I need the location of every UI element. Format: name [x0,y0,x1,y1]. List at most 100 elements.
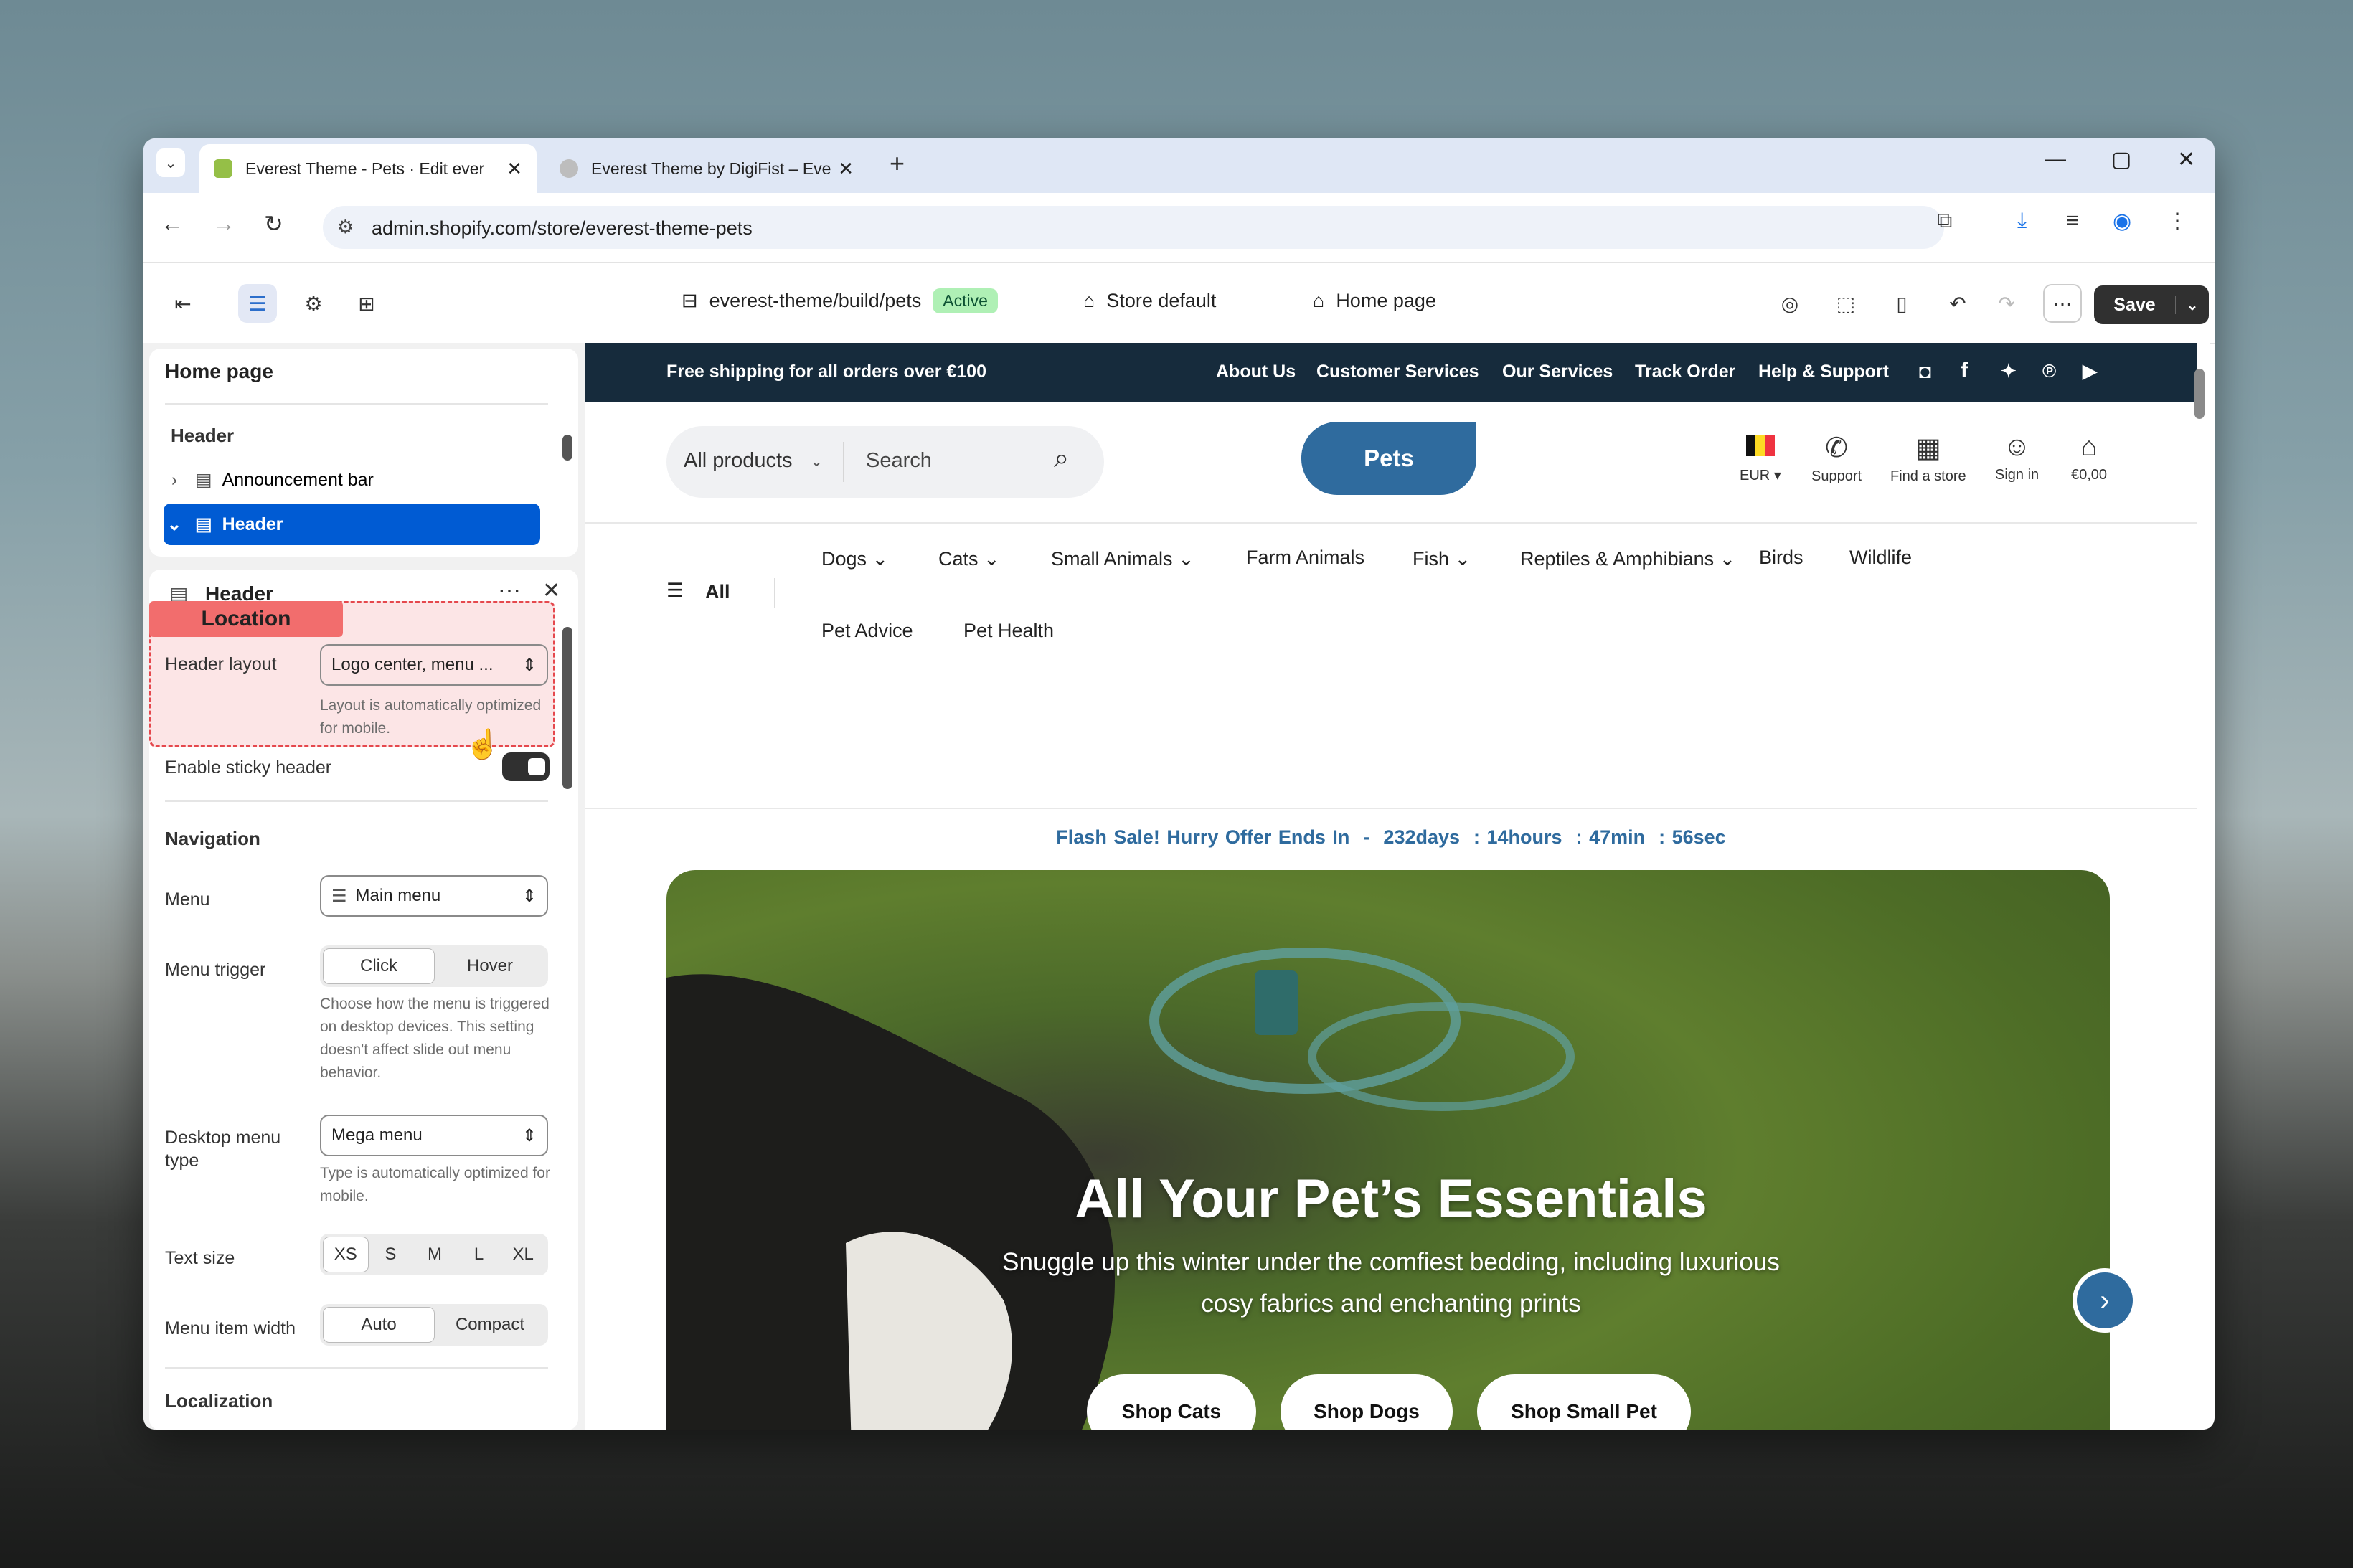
exit-icon[interactable]: ⇤ [164,284,202,323]
new-tab-icon[interactable]: + [890,148,905,179]
top-link-about[interactable]: About Us [1216,362,1296,382]
category-select[interactable]: All products [684,449,793,473]
menu-item-cats[interactable]: Cats ⌄ [938,548,1000,570]
chevron-down-icon[interactable]: ⌄ [2175,296,2209,314]
pinterest-icon[interactable]: ℗ [2042,360,2056,382]
preview-scrollbar[interactable] [2194,369,2205,419]
search-bar[interactable]: All products ⌄ Search ⌕ [666,426,1104,498]
apps-icon[interactable]: ⊞ [347,284,386,323]
menu-item-reptiles[interactable]: Reptiles & Amphibians ⌄ [1520,548,1735,570]
globe-favicon-icon [560,159,578,178]
youtube-icon[interactable]: ▶ [2083,360,2097,382]
cart-link[interactable]: ⌂ €0,00 [2071,432,2107,483]
shop-cats-button[interactable]: Shop Cats [1087,1374,1256,1430]
menu-item-pet-advice[interactable]: Pet Advice [821,620,913,642]
instagram-icon[interactable]: ◘ [1919,360,1931,383]
header-layout-label: Header layout [165,654,277,674]
text-size-xs[interactable]: XS [323,1237,369,1272]
text-size-m[interactable]: M [412,1237,457,1272]
menu-item-width-compact[interactable]: Compact [435,1307,545,1343]
more-options-icon[interactable]: ⋯ [498,577,521,604]
address-bar[interactable]: ⚙ admin.shopify.com/store/everest-theme-… [323,206,1944,249]
address-row: ← → ↻ ⚙ admin.shopify.com/store/everest-… [143,193,2215,262]
text-size-xl[interactable]: XL [501,1237,545,1272]
hero-next-button[interactable]: › [2073,1268,2137,1333]
menu-trigger-click[interactable]: Click [323,948,435,984]
close-icon[interactable]: ✕ [542,578,560,603]
menu-item-wildlife[interactable]: Wildlife [1849,547,1912,569]
tree-scrollbar[interactable] [562,435,572,461]
sticky-toggle[interactable] [502,752,550,781]
text-size-s[interactable]: S [369,1237,413,1272]
mobile-view-icon[interactable]: ▯ [1882,284,1921,323]
tab-active[interactable]: Everest Theme - Pets · Edit ever ✕ [199,144,537,193]
back-icon[interactable]: ← [161,210,184,237]
sections-icon[interactable]: ☰ [238,284,277,323]
countdown-days: 232days [1383,826,1461,848]
currency-selector[interactable]: EUR ▾ [1740,432,1781,484]
support-link[interactable]: ✆ Support [1811,432,1862,485]
sign-in-link[interactable]: ☺ Sign in [1995,432,2039,483]
tree-item-announcement-bar[interactable]: › ▤ Announcement bar [164,459,540,501]
preview-inspector-icon[interactable]: ◎ [1770,284,1809,323]
forward-icon[interactable]: → [212,210,235,237]
menu-item-width-auto[interactable]: Auto [323,1307,435,1343]
header-layout-select[interactable]: Logo center, menu ... ⇕ [320,644,548,686]
maximize-icon[interactable]: ▢ [2111,147,2131,172]
undo-icon[interactable]: ↶ [1938,284,1977,323]
twitter-icon[interactable]: ✦ [2001,360,2017,382]
save-button[interactable]: Save ⌄ [2094,285,2209,324]
find-store-link[interactable]: ▦ Find a store [1890,432,1966,485]
shop-small-pet-button[interactable]: Shop Small Pet [1477,1374,1691,1430]
menu-item-small-animals[interactable]: Small Animals ⌄ [1051,548,1194,570]
tab-search-dropdown[interactable]: ⌄ [156,148,185,177]
store-context-selector[interactable]: ⌂ Store default [1083,290,1216,312]
search-icon[interactable]: ⌕ [1054,443,1069,474]
menu-item-fish[interactable]: Fish ⌄ [1413,548,1471,570]
reload-icon[interactable]: ↻ [264,210,283,237]
top-link-track-order[interactable]: Track Order [1635,362,1735,382]
site-settings-icon[interactable]: ⚙ [337,216,354,238]
redo-icon[interactable]: ↷ [1987,284,2026,323]
url-text: admin.shopify.com/store/everest-theme-pe… [372,217,753,239]
close-window-icon[interactable]: ✕ [2177,147,2195,172]
menu-item-farm-animals[interactable]: Farm Animals [1246,547,1364,569]
menu-item-birds[interactable]: Birds [1759,547,1803,569]
more-actions-icon[interactable]: ⋯ [2043,284,2082,323]
theme-settings-icon[interactable]: ⚙ [294,284,333,323]
settings-scrollbar[interactable] [562,627,572,789]
top-link-our-services[interactable]: Our Services [1502,362,1613,382]
menu-trigger-hover[interactable]: Hover [435,948,545,984]
page-selector[interactable]: ⌂ Home page [1313,290,1436,312]
profile-icon[interactable]: ◉ [2113,209,2131,234]
close-tab-icon[interactable]: ✕ [506,158,522,180]
search-input[interactable]: Search [866,449,932,473]
menu-item-dogs[interactable]: Dogs ⌄ [821,548,888,570]
chevron-down-icon[interactable]: ⌄ [164,514,185,535]
media-icon[interactable]: ≡ [2066,209,2079,233]
user-icon: ☺ [2003,432,2031,462]
menu-select[interactable]: ☰ Main menu ⇕ [320,875,548,917]
download-icon[interactable]: ⤓ [2017,209,2027,233]
desktop-menu-type-select[interactable]: Mega menu ⇕ [320,1115,548,1156]
announcement-text: Free shipping for all orders over €100 [666,362,986,382]
minimize-icon[interactable]: — [2045,147,2066,171]
chevron-down-icon: ⌄ [810,452,824,470]
menu-item-pet-health[interactable]: Pet Health [963,620,1054,642]
hamburger-icon[interactable]: ☰ [666,580,684,602]
shop-dogs-button[interactable]: Shop Dogs [1281,1374,1453,1430]
tab-inactive[interactable]: Everest Theme by DigiFist – Eve ✕ [545,144,868,193]
store-logo[interactable]: Pets [1301,422,1476,495]
facebook-icon[interactable]: f [1961,359,1968,383]
all-menu-label[interactable]: All [705,581,730,603]
chevron-right-icon[interactable]: › [164,470,185,491]
top-link-help[interactable]: Help & Support [1758,362,1889,382]
extensions-icon[interactable]: ⧉ [1937,209,1952,233]
close-tab-icon[interactable]: ✕ [838,158,854,180]
browser-menu-icon[interactable]: ⋮ [2166,209,2188,234]
select-element-icon[interactable]: ⬚ [1826,284,1865,323]
text-size-l[interactable]: L [457,1237,501,1272]
tree-item-header[interactable]: ⌄ ▤ Header [164,504,540,545]
top-link-customer-services[interactable]: Customer Services [1316,362,1479,382]
theme-info[interactable]: ⊟ everest-theme/build/pets Active [682,288,998,313]
